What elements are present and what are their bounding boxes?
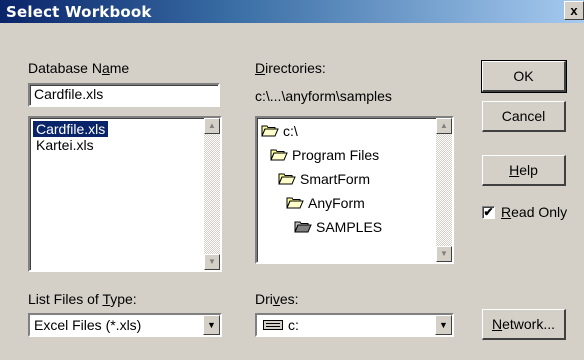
file-type-select[interactable]: Excel Files (*.xls) ▼ — [28, 313, 222, 337]
current-directory-path: c:\...\anyform\samples — [255, 88, 392, 104]
select-workbook-dialog: Select Workbook x Database Name Cardfile… — [0, 0, 584, 360]
open-folder-icon — [294, 220, 312, 233]
file-type-label: List Files of Type: — [28, 291, 137, 307]
file-list[interactable]: Cardfile.xls Kartei.xls ▲ ▼ — [28, 116, 222, 272]
dir-item-samples-label: SAMPLES — [316, 219, 383, 235]
scroll-down-arrow-icon[interactable]: ▼ — [204, 254, 220, 270]
network-button-post: etwork... — [502, 316, 556, 332]
file-list-scrollbar[interactable]: ▲ ▼ — [204, 118, 220, 270]
database-name-value: Cardfile.xls — [34, 86, 104, 102]
network-button-key: N — [491, 316, 503, 332]
dir-item-anyform-label: AnyForm — [308, 195, 365, 211]
drives-label-key: v — [272, 291, 280, 307]
help-button-key: H — [509, 162, 520, 178]
title-bar[interactable]: Select Workbook x — [0, 0, 584, 23]
help-button-post: elp — [519, 162, 538, 178]
dir-item-c[interactable]: c:\ — [261, 123, 298, 139]
directories-label-key: D — [255, 60, 266, 76]
dir-item-smartform[interactable]: SmartForm — [278, 171, 370, 187]
cancel-button[interactable]: Cancel — [482, 101, 566, 132]
hard-drive-icon — [263, 318, 283, 334]
dropdown-arrow-icon[interactable]: ▼ — [203, 315, 220, 335]
directories-label-post: irectories: — [265, 60, 326, 76]
dir-item-c-label: c:\ — [283, 123, 298, 139]
dir-item-program-files-label: Program Files — [292, 147, 380, 163]
read-only-label[interactable]: Read Only — [501, 204, 567, 220]
read-only-label-key: R — [501, 204, 512, 220]
open-folder-icon — [278, 172, 296, 185]
drive-select[interactable]: c: ▼ — [255, 313, 454, 337]
dir-item-smartform-label: SmartForm — [300, 171, 370, 187]
dialog-title: Select Workbook — [6, 3, 152, 21]
ok-button[interactable]: OK — [481, 60, 567, 93]
drives-label-post: es: — [279, 291, 299, 307]
read-only-label-post: ead Only — [511, 204, 568, 220]
file-list-item-cardfile[interactable]: Cardfile.xls — [31, 120, 110, 138]
open-folder-icon — [261, 124, 279, 137]
drives-label-pre: Dri — [255, 291, 273, 307]
scroll-down-arrow-icon[interactable]: ▼ — [436, 246, 452, 262]
database-name-label-key: a — [101, 60, 110, 76]
scroll-up-arrow-icon[interactable]: ▲ — [436, 118, 452, 134]
network-button[interactable]: Network... — [482, 309, 566, 340]
file-type-value: Excel Files (*.xls) — [34, 317, 142, 333]
database-name-label: Database Name — [28, 60, 129, 76]
drives-label: Drives: — [255, 291, 299, 307]
drive-value-wrap: c: — [263, 317, 299, 334]
help-button[interactable]: Help — [482, 155, 566, 186]
open-folder-icon — [270, 148, 288, 161]
file-type-label-pre: List Files of — [28, 291, 103, 307]
drive-value: c: — [288, 317, 299, 333]
database-name-input[interactable]: Cardfile.xls — [28, 83, 220, 107]
close-button[interactable]: x — [564, 1, 584, 20]
directory-tree-scrollbar[interactable]: ▲ ▼ — [436, 118, 452, 262]
directories-label: Directories: — [255, 60, 326, 76]
scroll-up-arrow-icon[interactable]: ▲ — [204, 118, 220, 134]
dir-item-anyform[interactable]: AnyForm — [286, 195, 365, 211]
directory-tree[interactable]: c:\ Program Files SmartForm AnyForm SAMP… — [255, 116, 454, 264]
database-name-label-post: me — [109, 60, 130, 76]
read-only-checkbox[interactable]: ✔ — [482, 206, 495, 219]
file-type-label-post: ype: — [110, 291, 137, 307]
file-list-item-kartei[interactable]: Kartei.xls — [33, 137, 97, 153]
database-name-label-pre: Database N — [28, 60, 102, 76]
dir-item-samples[interactable]: SAMPLES — [294, 219, 382, 235]
dir-item-program-files[interactable]: Program Files — [270, 147, 379, 163]
open-folder-icon — [286, 196, 304, 209]
dropdown-arrow-icon[interactable]: ▼ — [435, 315, 452, 335]
